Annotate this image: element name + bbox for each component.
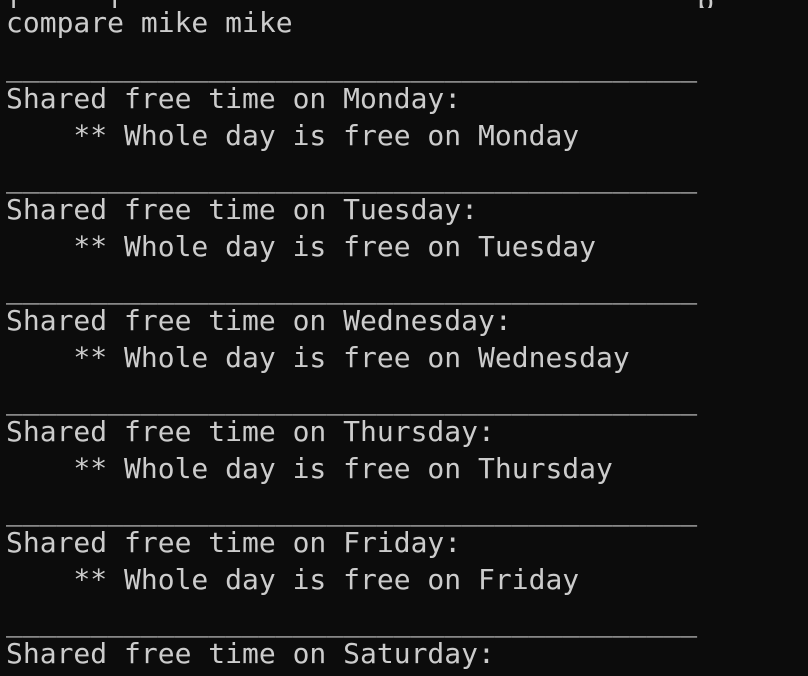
shared-time-header-tuesday: Shared free time on Tuesday: xyxy=(6,193,479,226)
shared-time-header-friday: Shared free time on Friday: xyxy=(6,526,462,559)
free-day-message-monday: ** Whole day is free on Monday xyxy=(6,119,580,152)
shared-time-header-saturday: Shared free time on Saturday: xyxy=(6,637,495,670)
free-day-message-friday: ** Whole day is free on Friday xyxy=(6,563,580,596)
shared-time-header-wednesday: Shared free time on Wednesday: xyxy=(6,304,512,337)
free-day-message-wednesday: ** Whole day is free on Wednesday xyxy=(6,341,630,374)
shared-time-header-monday: Shared free time on Monday: xyxy=(6,82,462,115)
shared-time-header-thursday: Shared free time on Thursday: xyxy=(6,415,495,448)
free-day-message-thursday: ** Whole day is free on Thursday xyxy=(6,452,613,485)
terminal-window[interactable]: [_____[_________________________________… xyxy=(0,0,808,676)
command-line: compare mike mike xyxy=(6,6,293,39)
free-day-message-tuesday: ** Whole day is free on Tuesday xyxy=(6,230,597,263)
